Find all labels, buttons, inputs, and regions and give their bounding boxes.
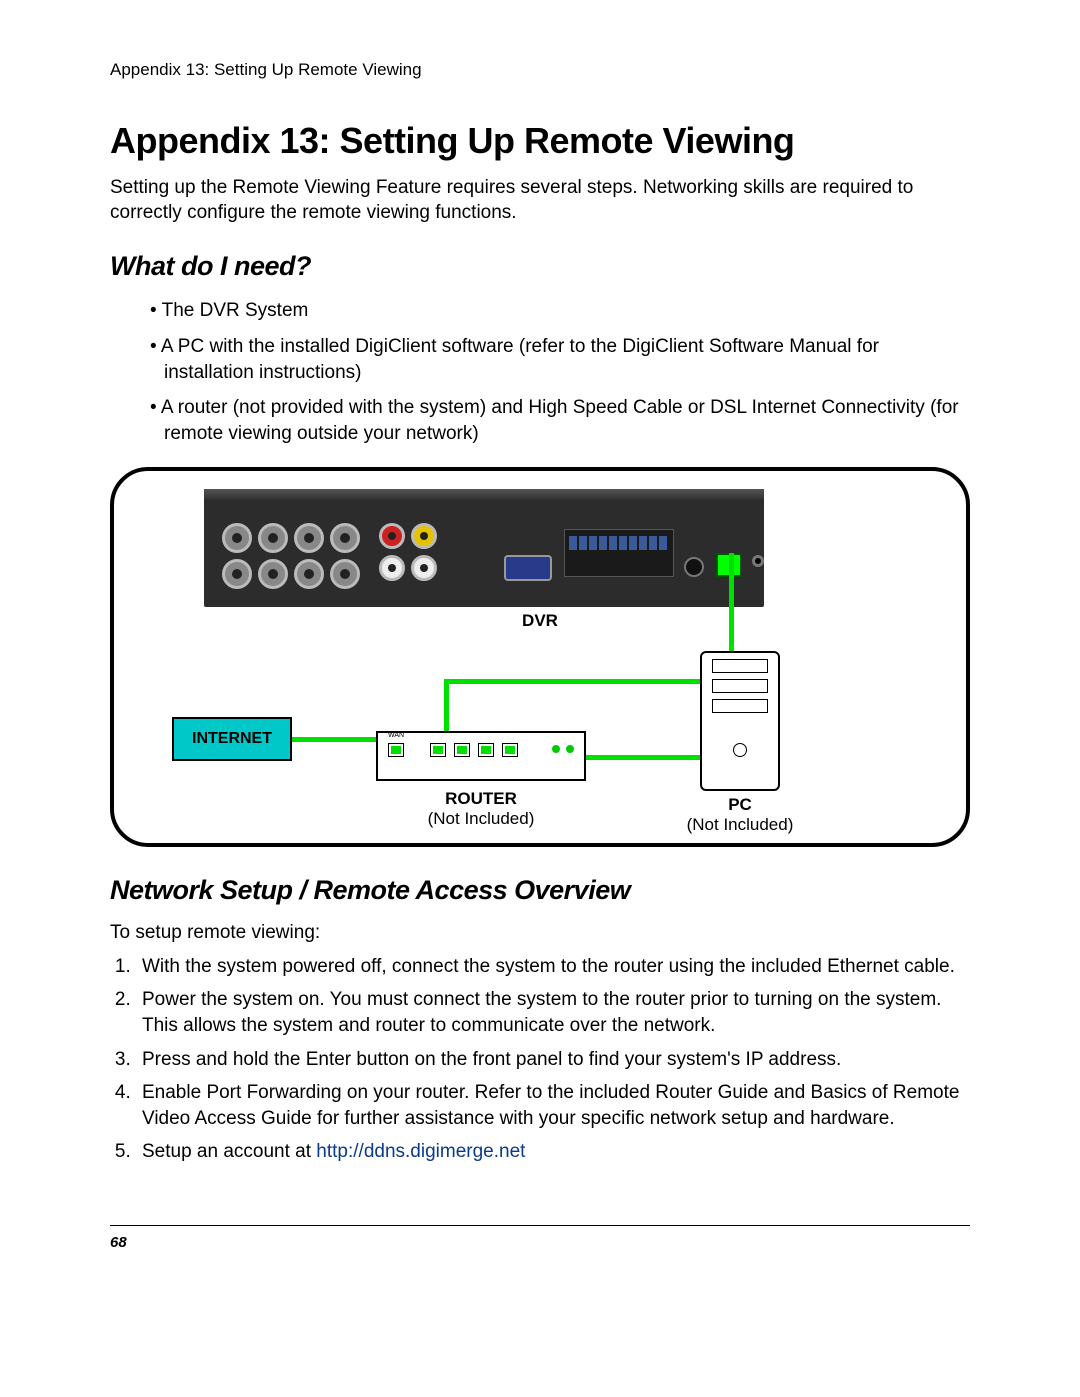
router-port-3 [478,743,494,757]
list-item: A router (not provided with the system) … [150,395,970,446]
router-leds [552,745,574,753]
router-device: WAN [376,731,586,781]
network-diagram: DVR INTERNET WAN [110,467,970,847]
bnc-connectors [222,523,360,589]
overview-lead: To setup remote viewing: [110,922,970,944]
list-item: With the system powered off, connect the… [136,954,970,980]
pc-label: PC [700,795,780,815]
running-head: Appendix 13: Setting Up Remote Viewing [110,60,970,80]
page: Appendix 13: Setting Up Remote Viewing A… [0,0,1080,1397]
router-port-label-wan: WAN [388,732,404,739]
section-network-setup-overview: Network Setup / Remote Access Overview [110,875,970,906]
terminal-block [564,529,674,577]
dc-jack [752,555,764,567]
router-port-wan [388,743,404,757]
list-item: Setup an account at http://ddns.digimerg… [136,1139,970,1165]
section-what-do-i-need: What do I need? [110,251,970,282]
pc-note: (Not Included) [670,815,810,835]
router-port-4 [502,743,518,757]
list-item: The DVR System [150,298,970,324]
steps-list: With the system powered off, connect the… [110,954,970,1165]
list-item: A PC with the installed DigiClient softw… [150,334,970,385]
page-number: 68 [110,1234,970,1251]
intro-paragraph: Setting up the Remote Viewing Feature re… [110,176,970,225]
ddns-link[interactable]: http://ddns.digimerge.net [316,1141,525,1162]
list-item: Press and hold the Enter button on the f… [136,1047,970,1073]
step5-prefix: Setup an account at [142,1141,316,1162]
list-item: Power the system on. You must connect th… [136,987,970,1038]
internet-box: INTERNET [172,717,292,761]
diagram-frame: DVR INTERNET WAN [110,467,970,847]
footer-rule [110,1225,970,1226]
dvr-label: DVR [522,611,558,631]
page-title: Appendix 13: Setting Up Remote Viewing [110,120,970,162]
router-note: (Not Included) [396,809,566,829]
svideo-port [684,557,704,577]
pc-device [700,651,780,791]
vga-port [504,555,552,581]
rca-connectors [379,523,437,581]
router-port-2 [454,743,470,757]
need-list: The DVR System A PC with the installed D… [110,298,970,446]
list-item: Enable Port Forwarding on your router. R… [136,1080,970,1131]
internet-label: INTERNET [192,730,272,748]
dvr-device [204,489,764,607]
router-label: ROUTER [396,789,566,809]
pc-power-icon [733,743,747,757]
cable-dvr-to-router [444,679,734,684]
router-port-1 [430,743,446,757]
